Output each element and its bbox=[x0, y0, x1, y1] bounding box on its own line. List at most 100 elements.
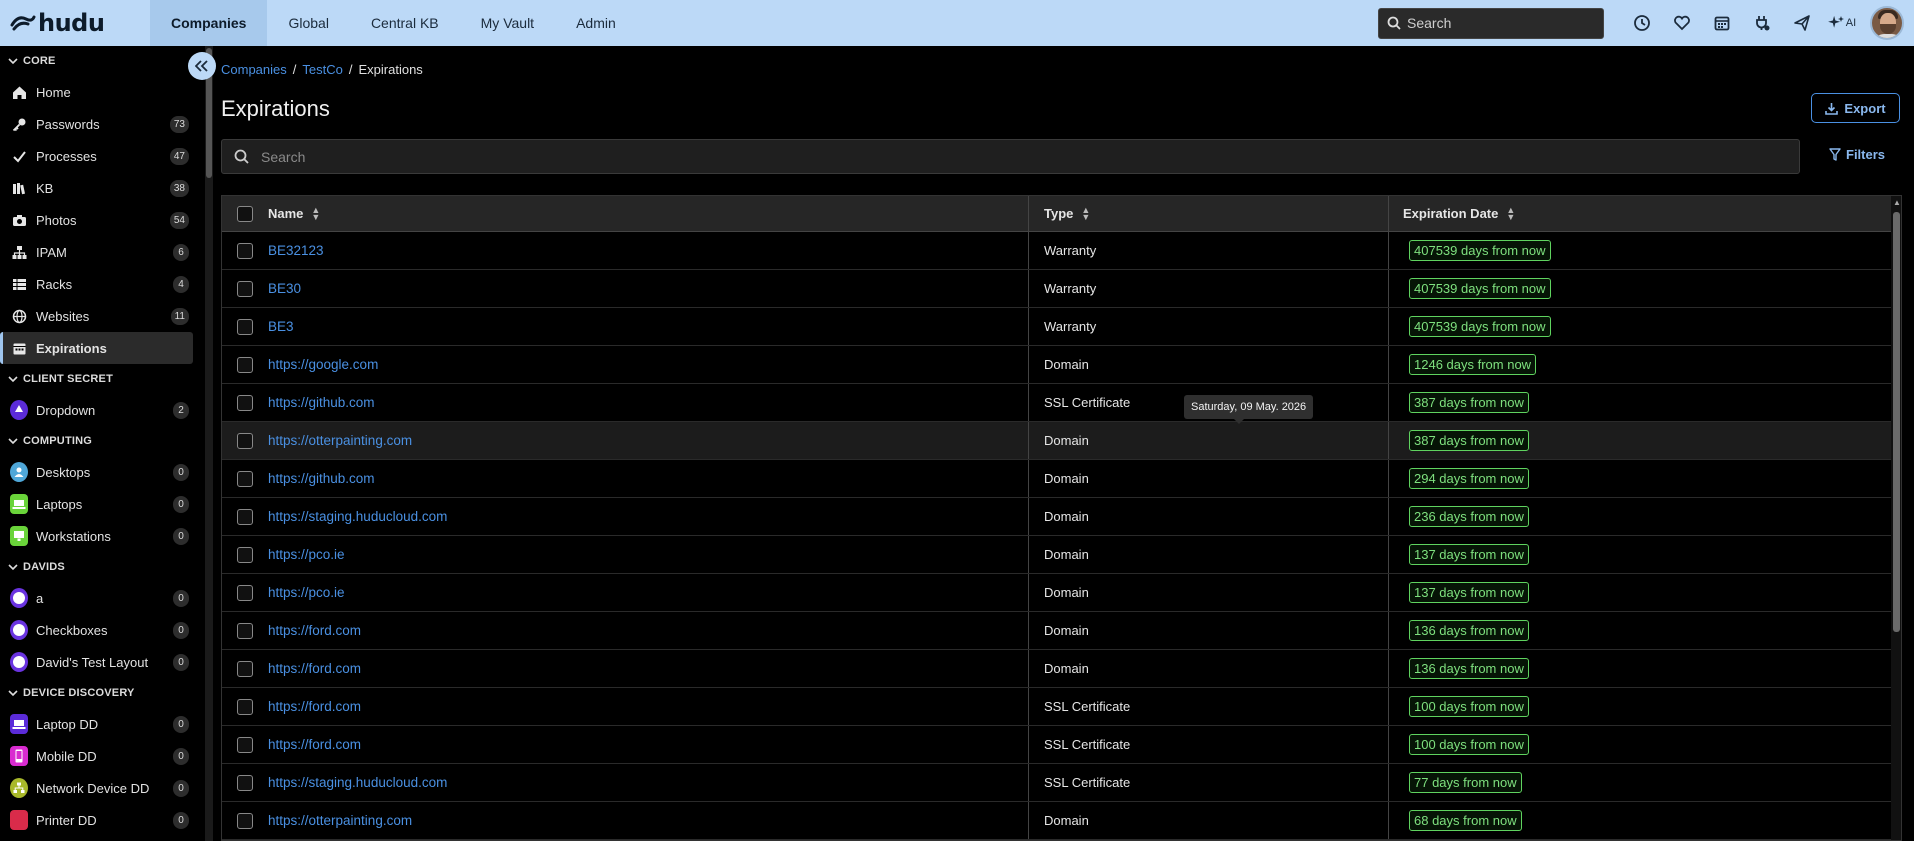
row-checkbox[interactable] bbox=[237, 394, 253, 411]
sidebar-item-websites[interactable]: Websites 11 bbox=[0, 300, 193, 332]
row-checkbox[interactable] bbox=[237, 508, 253, 525]
row-name-link[interactable]: BE3 bbox=[268, 319, 294, 334]
expiration-days-badge[interactable]: 236 days from now bbox=[1409, 506, 1529, 527]
sidebar-item-network-device-dd[interactable]: Network Device DD 0 bbox=[0, 772, 193, 804]
row-name-link[interactable]: BE30 bbox=[268, 281, 301, 296]
expiration-days-badge[interactable]: 100 days from now bbox=[1409, 734, 1529, 755]
expiration-days-badge[interactable]: 407539 days from now bbox=[1409, 240, 1551, 261]
row-name-link[interactable]: https://github.com bbox=[268, 471, 375, 486]
sidebar-section-device-discovery[interactable]: DEVICE DISCOVERY bbox=[0, 678, 205, 708]
sidebar-item-passwords[interactable]: Passwords 73 bbox=[0, 108, 193, 140]
sidebar-section-client-secret[interactable]: CLIENT SECRET bbox=[0, 364, 205, 394]
row-checkbox[interactable] bbox=[237, 660, 253, 677]
expirations-search-input[interactable]: Search bbox=[221, 139, 1800, 174]
expiration-days-badge[interactable]: 137 days from now bbox=[1409, 582, 1529, 603]
sidebar-section-computing[interactable]: COMPUTING bbox=[0, 426, 205, 456]
sidebar-section-davids[interactable]: DAVIDS bbox=[0, 552, 205, 582]
breadcrumb-companies-link[interactable]: Companies bbox=[221, 62, 287, 77]
sidebar-scrollbar[interactable] bbox=[205, 46, 213, 841]
sidebar-item-home[interactable]: Home bbox=[0, 76, 193, 108]
row-name-link[interactable]: https://otterpainting.com bbox=[268, 433, 412, 448]
row-name-link[interactable]: https://otterpainting.com bbox=[268, 813, 412, 828]
send-paper-plane-icon[interactable] bbox=[1782, 0, 1822, 46]
top-navbar: hudu Companies Global Central KB My Vaul… bbox=[0, 0, 1914, 46]
history-clock-icon[interactable] bbox=[1622, 0, 1662, 46]
sidebar-item-dropdown[interactable]: Dropdown 2 bbox=[0, 394, 193, 426]
breadcrumb-company-link[interactable]: TestCo bbox=[302, 62, 342, 77]
row-checkbox[interactable] bbox=[237, 318, 253, 335]
sidebar-item-processes[interactable]: Processes 47 bbox=[0, 140, 193, 172]
expiration-days-badge[interactable]: 407539 days from now bbox=[1409, 278, 1551, 299]
filters-button[interactable]: Filters bbox=[1829, 147, 1885, 162]
nav-global[interactable]: Global bbox=[267, 0, 349, 46]
row-checkbox[interactable] bbox=[237, 546, 253, 563]
row-name-link[interactable]: BE32123 bbox=[268, 243, 324, 258]
row-name-link[interactable]: https://google.com bbox=[268, 357, 378, 372]
sidebar-item-checkboxes[interactable]: Checkboxes 0 bbox=[0, 614, 193, 646]
sidebar-item-racks[interactable]: Racks 4 bbox=[0, 268, 193, 300]
table-scrollbar[interactable]: ▲ bbox=[1891, 196, 1901, 840]
row-checkbox[interactable] bbox=[237, 356, 253, 373]
expiration-days-badge[interactable]: 137 days from now bbox=[1409, 544, 1529, 565]
expiration-days-badge[interactable]: 100 days from now bbox=[1409, 696, 1529, 717]
export-button[interactable]: Export bbox=[1811, 93, 1900, 123]
row-checkbox[interactable] bbox=[237, 470, 253, 487]
expiration-days-badge[interactable]: 136 days from now bbox=[1409, 658, 1529, 679]
nav-admin[interactable]: Admin bbox=[555, 0, 637, 46]
expiration-days-badge[interactable]: 387 days from now bbox=[1409, 430, 1529, 451]
collapse-sidebar-button[interactable] bbox=[188, 52, 216, 80]
row-name-link[interactable]: https://ford.com bbox=[268, 737, 361, 752]
row-name-link[interactable]: https://staging.huducloud.com bbox=[268, 775, 447, 790]
calendar-icon[interactable] bbox=[1702, 0, 1742, 46]
hudu-logo[interactable]: hudu bbox=[0, 0, 150, 46]
expiration-days-badge[interactable]: 77 days from now bbox=[1409, 772, 1522, 793]
row-checkbox[interactable] bbox=[237, 584, 253, 601]
expiration-days-badge[interactable]: 1246 days from now bbox=[1409, 354, 1537, 375]
column-header-type[interactable]: Type ▲ ▼ bbox=[1029, 196, 1389, 231]
nav-my-vault[interactable]: My Vault bbox=[460, 0, 555, 46]
expiration-days-badge[interactable]: 136 days from now bbox=[1409, 620, 1529, 641]
row-checkbox[interactable] bbox=[237, 698, 253, 715]
row-checkbox[interactable] bbox=[237, 242, 253, 259]
row-checkbox[interactable] bbox=[237, 812, 253, 829]
row-checkbox[interactable] bbox=[237, 280, 253, 297]
row-name-link[interactable]: https://ford.com bbox=[268, 661, 361, 676]
sidebar-item-mobile-dd[interactable]: Mobile DD 0 bbox=[0, 740, 193, 772]
nav-companies[interactable]: Companies bbox=[150, 0, 268, 46]
sidebar-item-david-s-test-layout[interactable]: David's Test Layout 0 bbox=[0, 646, 193, 678]
row-checkbox[interactable] bbox=[237, 432, 253, 449]
expiration-days-badge[interactable]: 68 days from now bbox=[1409, 810, 1522, 831]
column-header-expiration-date[interactable]: Expiration Date ▲ ▼ bbox=[1389, 196, 1879, 231]
row-name-link[interactable]: https://ford.com bbox=[268, 623, 361, 638]
global-search-input[interactable]: Search bbox=[1378, 7, 1604, 39]
row-name-link[interactable]: https://pco.ie bbox=[268, 547, 345, 562]
ai-sparkle-button[interactable]: AI bbox=[1822, 0, 1862, 46]
sidebar-item-photos[interactable]: Photos 54 bbox=[0, 204, 193, 236]
sidebar-item-desktops[interactable]: Desktops 0 bbox=[0, 456, 193, 488]
sidebar-item-ipam[interactable]: IPAM 6 bbox=[0, 236, 193, 268]
nav-central-kb[interactable]: Central KB bbox=[350, 0, 460, 46]
column-header-name[interactable]: Name ▲ ▼ bbox=[268, 196, 1029, 231]
sidebar-item-workstations[interactable]: Workstations 0 bbox=[0, 520, 193, 552]
sidebar-item-expirations[interactable]: Expirations bbox=[0, 332, 193, 364]
sidebar-item-laptop-dd[interactable]: Laptop DD 0 bbox=[0, 708, 193, 740]
expiration-days-badge[interactable]: 294 days from now bbox=[1409, 468, 1529, 489]
sidebar-item-laptops[interactable]: Laptops 0 bbox=[0, 488, 193, 520]
row-checkbox[interactable] bbox=[237, 622, 253, 639]
row-checkbox[interactable] bbox=[237, 774, 253, 791]
row-checkbox[interactable] bbox=[237, 736, 253, 753]
favorites-heart-icon[interactable] bbox=[1662, 0, 1702, 46]
user-avatar[interactable] bbox=[1870, 6, 1904, 40]
row-name-link[interactable]: https://github.com bbox=[268, 395, 375, 410]
sidebar-item-kb[interactable]: KB 38 bbox=[0, 172, 193, 204]
sidebar-item-printer-dd[interactable]: Printer DD 0 bbox=[0, 804, 193, 836]
expiration-days-badge[interactable]: 407539 days from now bbox=[1409, 316, 1551, 337]
sidebar-item-a[interactable]: a 0 bbox=[0, 582, 193, 614]
expiration-days-badge[interactable]: 387 days from now bbox=[1409, 392, 1529, 413]
sidebar-section-core[interactable]: CORE bbox=[0, 46, 205, 76]
integrations-plug-icon[interactable] bbox=[1742, 0, 1782, 46]
select-all-checkbox[interactable] bbox=[237, 205, 253, 222]
row-name-link[interactable]: https://ford.com bbox=[268, 699, 361, 714]
row-name-link[interactable]: https://staging.huducloud.com bbox=[268, 509, 447, 524]
row-name-link[interactable]: https://pco.ie bbox=[268, 585, 345, 600]
